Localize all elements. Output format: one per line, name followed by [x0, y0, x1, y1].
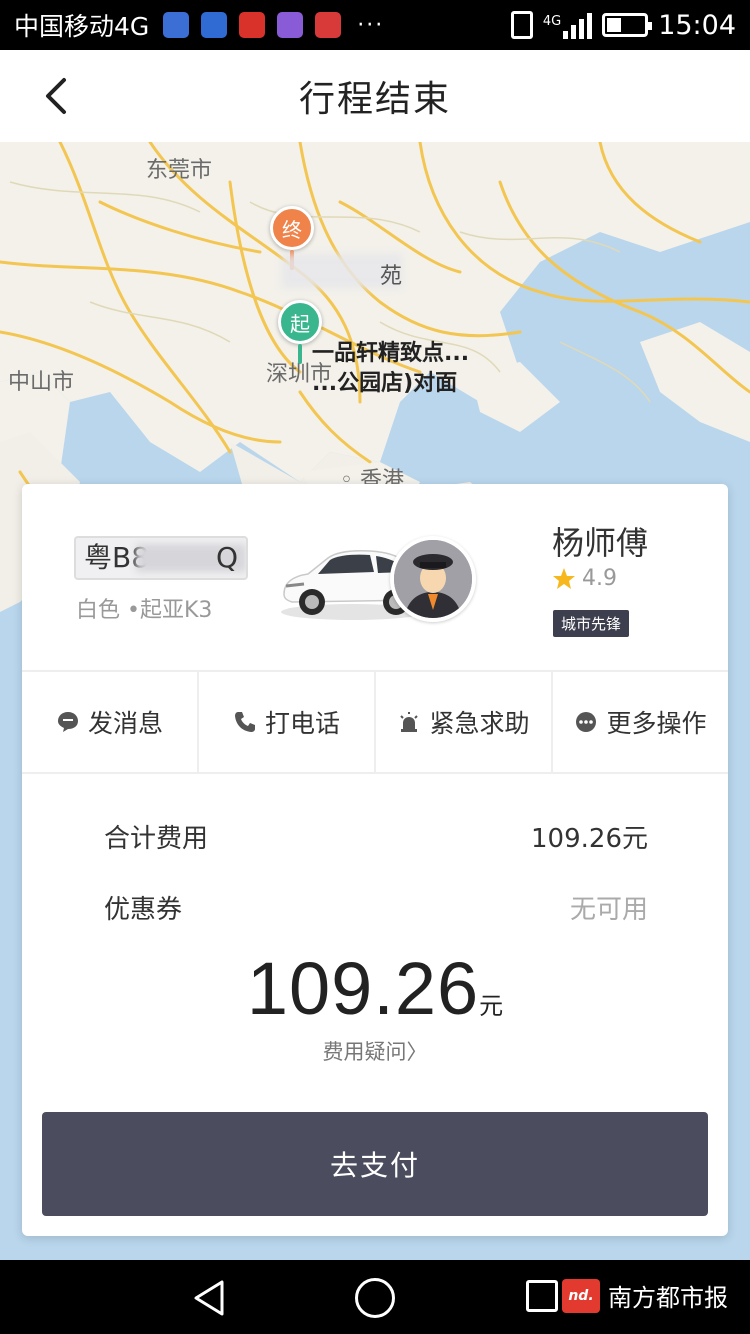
back-button[interactable]: [38, 76, 74, 116]
driver-section: 粤B8 Q 白色 •起亚K3 杨师傅 4.9 城市先锋: [22, 484, 728, 670]
action-label: 紧急求助: [429, 709, 530, 738]
send-message-button[interactable]: 发消息: [22, 672, 199, 772]
driver-avatar[interactable]: [390, 536, 476, 622]
message-icon: [56, 710, 80, 734]
amount-due: 109.26元: [22, 946, 728, 1031]
total-fee-label: 合计费用: [104, 824, 209, 854]
driver-name: 杨师傅: [552, 524, 649, 562]
network-type: 4G: [542, 13, 562, 29]
driver-badge: 城市先锋: [553, 610, 630, 637]
nav-home-icon[interactable]: [355, 1278, 395, 1318]
emergency-button[interactable]: 紧急求助: [376, 672, 553, 772]
plate-suffix: Q: [215, 541, 238, 574]
amount-value: 109.26: [246, 947, 480, 1030]
coupon-row[interactable]: 优惠券 无可用: [104, 889, 648, 926]
start-pin-icon[interactable]: 起: [278, 300, 322, 344]
signal-icon: [563, 11, 593, 39]
vibrate-icon: [510, 11, 533, 39]
license-plate: 粤B8 Q: [74, 536, 248, 580]
page-title: 行程结束: [298, 79, 451, 120]
call-button[interactable]: 打电话: [199, 672, 376, 772]
watermark: nd. 南方都市报: [562, 1278, 728, 1313]
app-notification-icon: [163, 12, 190, 38]
coupon-label: 优惠券: [104, 895, 183, 925]
total-fee-value: 109.26元: [531, 824, 648, 854]
watermark-text: 南方都市报: [608, 1284, 728, 1312]
nav-recent-icon[interactable]: [526, 1280, 558, 1312]
status-bar: 中国移动4G ··· 4G 15:04: [0, 0, 750, 50]
driver-rating: 4.9: [552, 566, 617, 591]
nav-back-icon[interactable]: [190, 1278, 230, 1318]
car-description: 白色 •起亚K3: [76, 598, 213, 623]
start-label-line: ...公园店)对面: [312, 371, 458, 396]
app-notification-icon: [201, 12, 228, 38]
app-notification-icon: [315, 12, 342, 38]
app-notification-icon: [277, 12, 304, 38]
more-notifications-icon: ···: [357, 12, 385, 38]
system-nav-bar: nd. 南方都市报: [0, 1260, 750, 1334]
coupon-value: 无可用: [569, 895, 648, 925]
rating-value: 4.9: [582, 566, 617, 591]
more-icon: [574, 710, 598, 734]
chevron-left-icon: [46, 78, 66, 114]
amount-unit: 元: [479, 992, 504, 1020]
action-label: 发消息: [87, 709, 163, 738]
map-city-label: 东莞市: [146, 158, 213, 183]
trip-card: 粤B8 Q 白色 •起亚K3 杨师傅 4.9 城市先锋 发消息 打电话 紧急求助…: [22, 484, 728, 1236]
carrier-label: 中国移动4G: [14, 12, 150, 41]
end-label: 苑: [380, 264, 403, 289]
fee-dispute-link[interactable]: 费用疑问〉: [22, 1036, 728, 1066]
app-notification-icon: [239, 12, 266, 38]
star-icon: [553, 567, 575, 589]
driver-avatar-icon: [394, 540, 472, 618]
action-label: 打电话: [264, 709, 340, 738]
total-fee-row: 合计费用 109.26元: [104, 818, 648, 855]
battery-icon: [602, 13, 653, 37]
alarm-icon: [397, 710, 421, 734]
start-label: 一品轩精致点... ...公园店)对面: [312, 339, 469, 399]
start-label-line: 一品轩精致点...: [312, 341, 470, 366]
action-bar: 发消息 打电话 紧急求助 更多操作: [22, 670, 728, 774]
map-city-label: 中山市: [8, 370, 75, 395]
end-pin-icon[interactable]: 终: [270, 206, 314, 250]
more-actions-button[interactable]: 更多操作: [553, 672, 728, 772]
action-label: 更多操作: [606, 709, 707, 738]
start-pin-stem: [298, 344, 302, 364]
phone-icon: [233, 710, 257, 734]
pay-button[interactable]: 去支付: [42, 1112, 708, 1216]
page-header: 行程结束: [0, 50, 750, 142]
watermark-logo: nd.: [562, 1278, 600, 1313]
clock: 15:04: [658, 9, 736, 41]
